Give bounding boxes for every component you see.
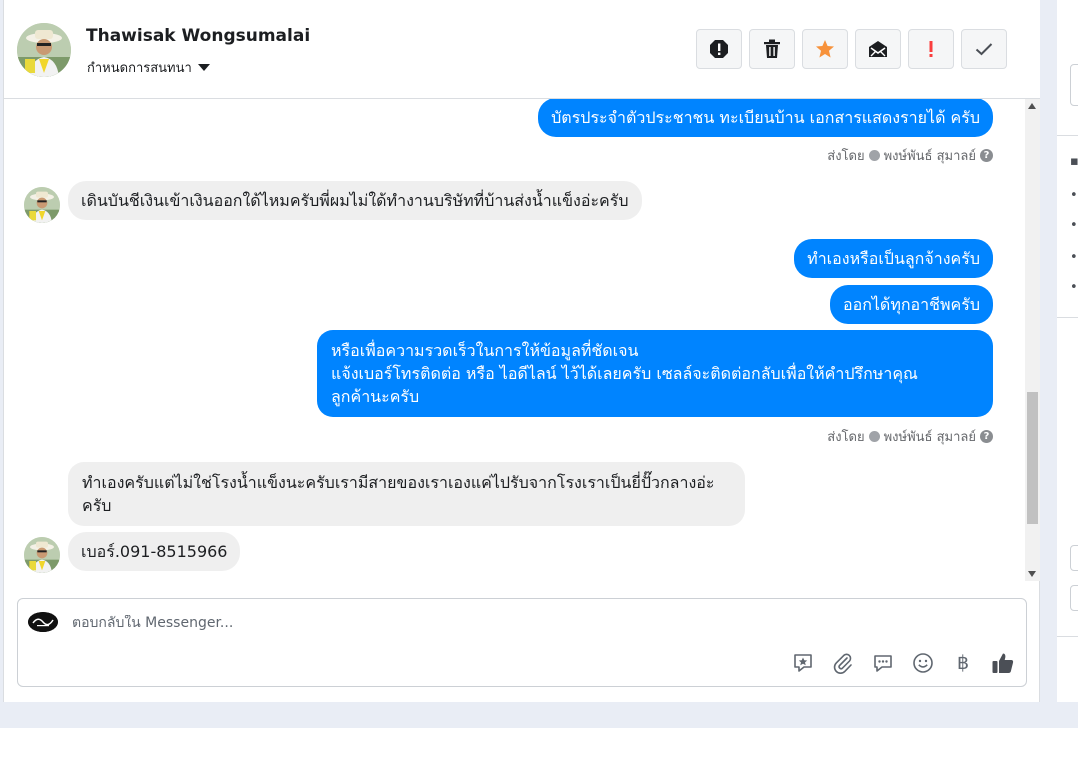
mark-done-button[interactable] <box>961 29 1007 69</box>
message-bubble-outgoing: ออกได้ทุกอาชีพครับ <box>829 285 993 324</box>
details-field[interactable] <box>1070 64 1078 106</box>
mark-unread-icon <box>869 41 887 57</box>
sent-by-agent: พงษ์พันธ์ สุมาลย์ <box>883 430 976 445</box>
star-button[interactable] <box>802 29 848 69</box>
page: Thawisak Wongsumalai กำหนดการสนทนา บัตรป… <box>0 0 1078 759</box>
sent-by-label: ส่งโดย <box>827 149 865 164</box>
details-panel-edge: ▪ • • • • <box>1057 0 1078 702</box>
verified-icon <box>868 431 880 442</box>
saved-reply-icon[interactable] <box>790 650 816 676</box>
mark-spam-button[interactable] <box>696 29 742 69</box>
section-icon: ▪ <box>1070 154 1078 169</box>
message-text: เบอร์.091-8515966 <box>81 542 228 561</box>
message-bubble-outgoing: หรือเพื่อความรวดเร็วในการให้ข้อมูลที่ชัด… <box>317 330 993 417</box>
sent-by-info: ส่งโดย พงษ์พันธ์ สุมาลย์ ? <box>827 145 993 166</box>
details-field[interactable] <box>1070 585 1078 611</box>
assign-conversation-label: กำหนดการสนทนา <box>87 61 192 76</box>
message-bubble-outgoing: ทำเองหรือเป็นลูกจ้างครับ <box>794 239 993 278</box>
message-line: ครับ <box>82 496 112 515</box>
info-icon: • <box>1070 250 1078 265</box>
scroll-up-arrow-icon[interactable] <box>1028 103 1036 109</box>
divider <box>1057 317 1078 318</box>
sent-by-label: ส่งโดย <box>827 430 865 445</box>
baht-icon[interactable]: ฿ <box>950 650 976 676</box>
mark-important-button[interactable] <box>908 29 954 69</box>
star-icon <box>816 40 834 58</box>
contact-avatar-small <box>24 187 60 223</box>
message-bubble-incoming: ทำเองครับแต่ไม่ใช่โรงน้ำแข็งนะครับเรามีส… <box>68 462 745 526</box>
contact-avatar-small <box>24 537 60 573</box>
divider <box>1057 135 1078 136</box>
help-icon[interactable]: ? <box>980 149 993 162</box>
message-line: แจ้งเบอร์โทรติดต่อ หรือ ไอดีไลน์ ไว้ได้เ… <box>331 364 918 383</box>
message-line: ลูกค้านะครับ <box>331 387 420 406</box>
reply-composer: ฿ <box>17 598 1027 687</box>
message-bubble-outgoing: บัตรประจำตัวประชาชน ทะเบียนบ้าน เอกสารแส… <box>538 99 993 137</box>
info-icon: • <box>1070 280 1078 295</box>
reply-input[interactable] <box>72 615 772 631</box>
message-bubble-incoming: เดินบันชีเงินเข้าเงินออกใด้ไหมครับพี่ผมไ… <box>68 181 642 220</box>
thread-scrollbar[interactable] <box>1025 99 1040 581</box>
message-text: ทำเองหรือเป็นลูกจ้างครับ <box>807 249 980 268</box>
scroll-thumb[interactable] <box>1027 392 1038 524</box>
conversation-header: Thawisak Wongsumalai กำหนดการสนทนา <box>4 0 1040 99</box>
details-field[interactable] <box>1070 545 1078 571</box>
message-text: เดินบันชีเงินเข้าเงินออกใด้ไหมครับพี่ผมไ… <box>81 191 629 210</box>
message-line: ทำเองครับแต่ไม่ใช่โรงน้ำแข็งนะครับเรามีส… <box>82 473 715 492</box>
thumbs-up-icon[interactable] <box>990 650 1016 676</box>
info-icon: • <box>1070 218 1078 233</box>
baht-symbol: ฿ <box>956 652 970 674</box>
mark-unread-button[interactable] <box>855 29 901 69</box>
contact-name: Thawisak Wongsumalai <box>86 26 311 46</box>
caret-down-icon <box>197 64 210 71</box>
exclamation-icon <box>929 41 933 57</box>
trash-icon <box>764 39 780 58</box>
message-thread: บัตรประจำตัวประชาชน ทะเบียนบ้าน เอกสารแส… <box>4 99 1024 581</box>
divider <box>1057 636 1078 637</box>
contact-avatar[interactable] <box>17 23 71 77</box>
verified-icon <box>868 150 880 161</box>
message-text: ออกได้ทุกอาชีพครับ <box>842 295 980 314</box>
page-logo <box>28 612 58 632</box>
emoji-icon[interactable] <box>910 650 936 676</box>
message-text: บัตรประจำตัวประชาชน ทะเบียนบ้าน เอกสารแส… <box>551 108 980 127</box>
chat-bubble-icon[interactable] <box>870 650 896 676</box>
info-icon: • <box>1070 188 1078 203</box>
attachment-icon[interactable] <box>830 650 856 676</box>
delete-button[interactable] <box>749 29 795 69</box>
sent-by-agent: พงษ์พันธ์ สุมาลย์ <box>883 149 976 164</box>
alert-circle-icon <box>710 40 728 58</box>
sent-by-info: ส่งโดย พงษ์พันธ์ สุมาลย์ ? <box>827 426 993 447</box>
message-line: หรือเพื่อความรวดเร็วในการให้ข้อมูลที่ชัด… <box>331 341 639 360</box>
conversation-panel: Thawisak Wongsumalai กำหนดการสนทนา บัตรป… <box>3 0 1040 702</box>
scroll-down-arrow-icon[interactable] <box>1028 571 1036 577</box>
message-bubble-incoming: เบอร์.091-8515966 <box>68 532 241 571</box>
help-icon[interactable]: ? <box>980 430 993 443</box>
checkmark-icon <box>975 43 993 56</box>
assign-conversation-dropdown[interactable]: กำหนดการสนทนา <box>87 57 210 78</box>
